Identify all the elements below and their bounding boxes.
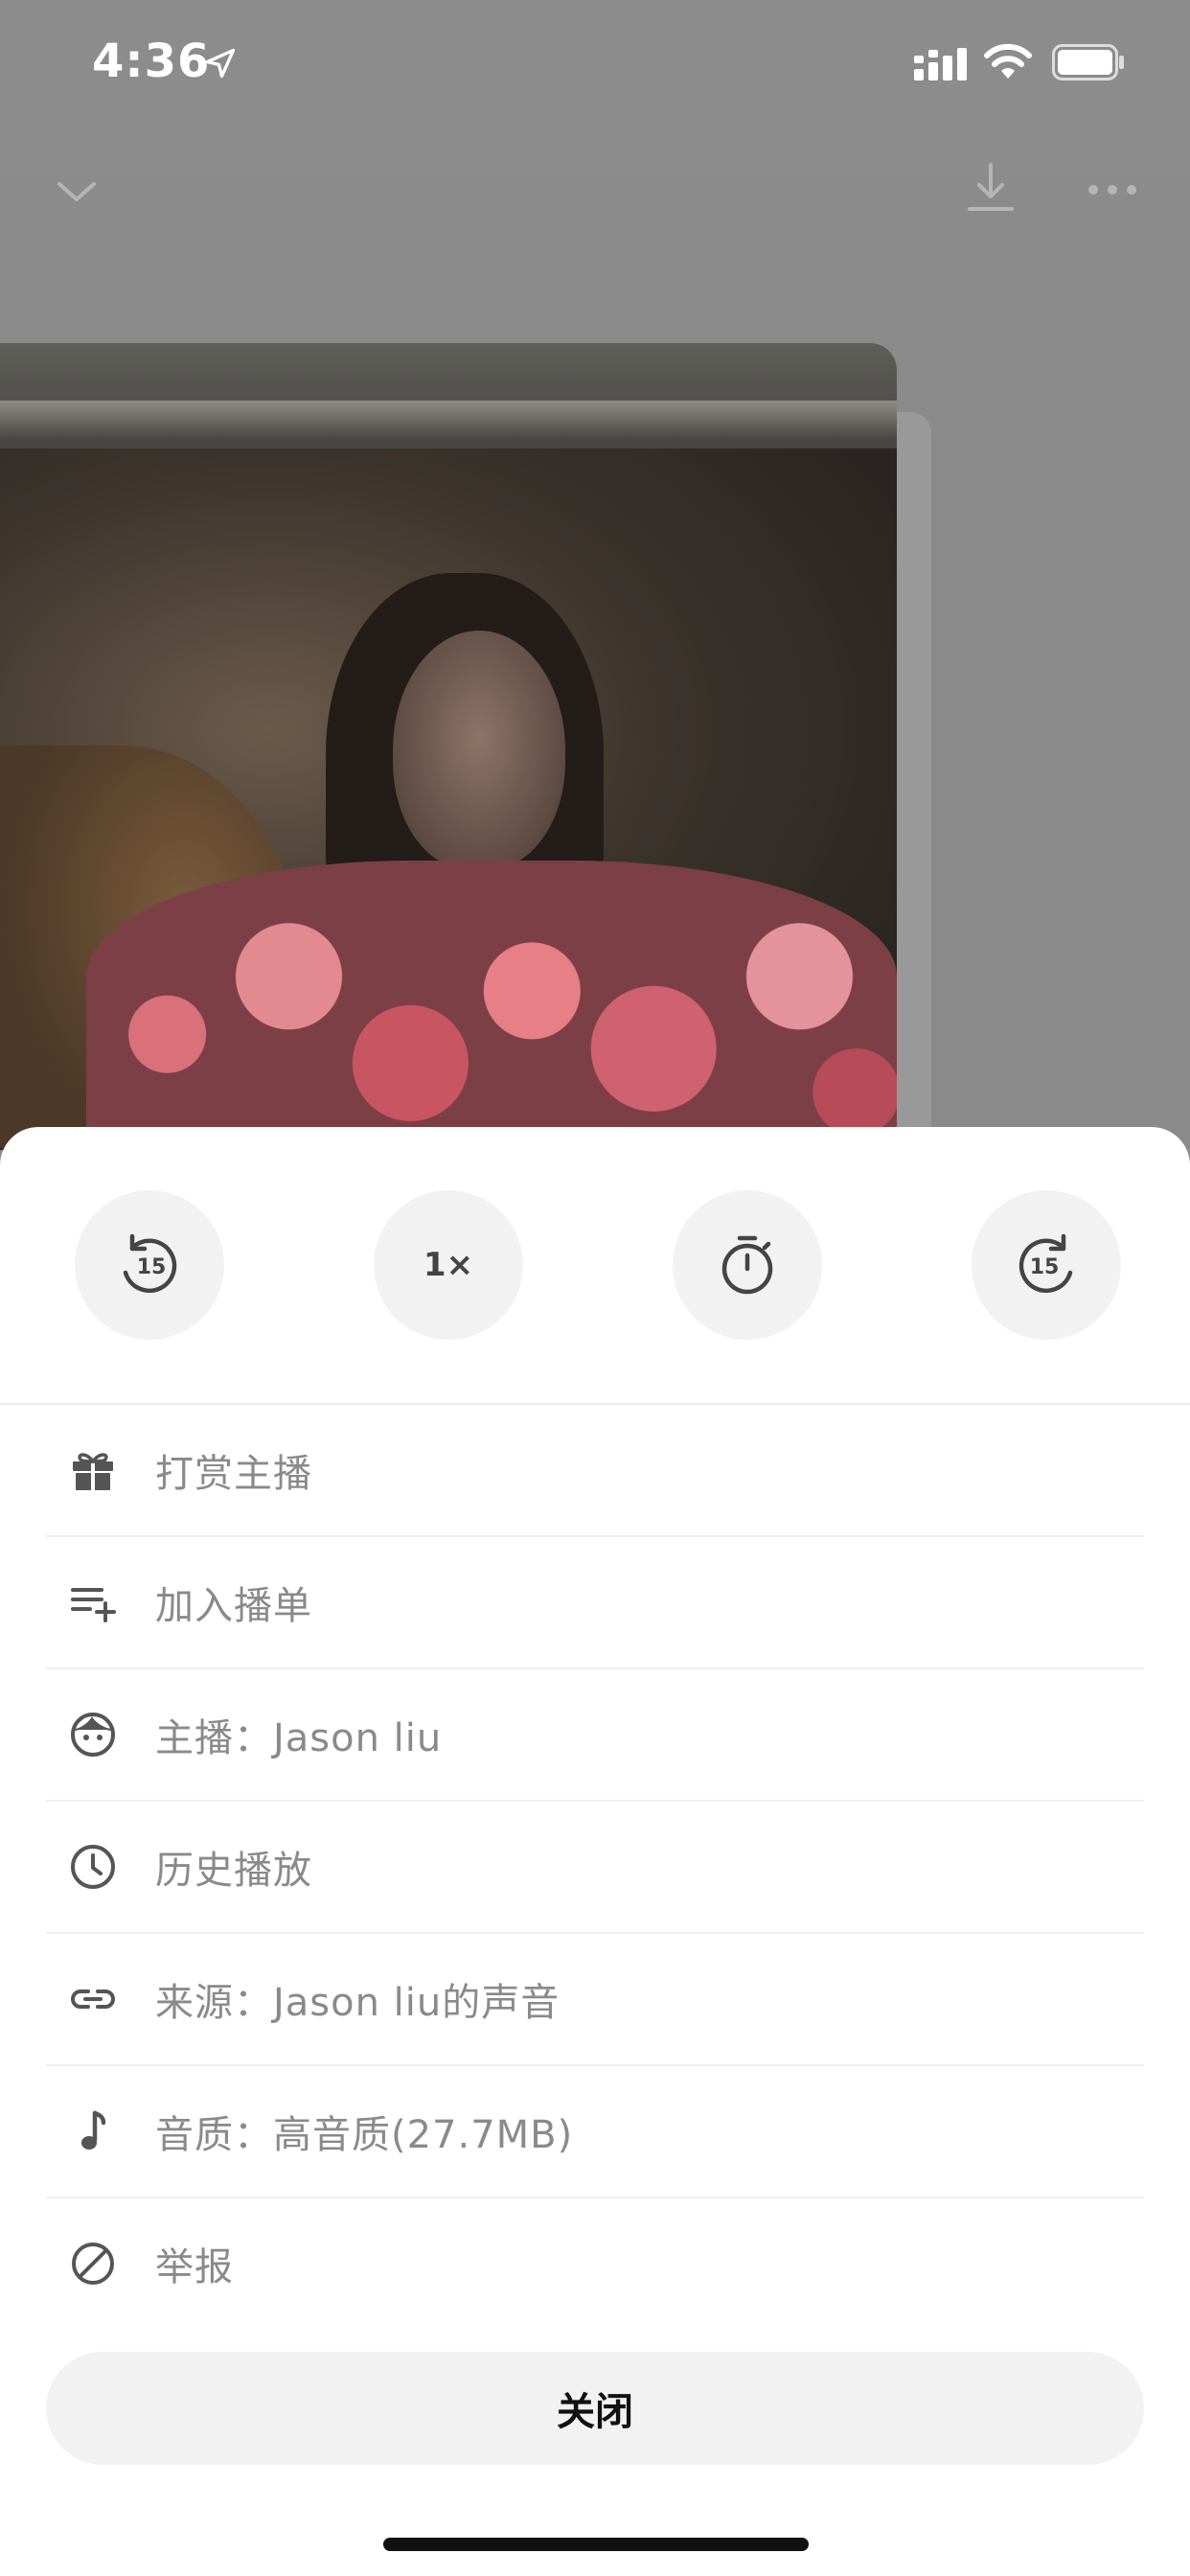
menu-item-audio-quality[interactable]: 音质：高音质(27.7MB) [46, 2066, 1144, 2198]
playback-speed-button[interactable]: 1× [374, 1190, 523, 1340]
album-artwork [0, 343, 897, 1150]
stopwatch-icon [721, 1235, 773, 1295]
rewind-15-icon: 15 [123, 1233, 177, 1294]
wifi-icon [984, 43, 1032, 79]
history-clock-icon [71, 1845, 115, 1889]
forward-15-icon: 15 [1018, 1233, 1073, 1294]
status-bar: 4:36 [0, 0, 1190, 126]
menu-label-host: 主播：Jason liu [155, 1716, 443, 1760]
menu-item-add-to-playlist[interactable]: 加入播单 [46, 1537, 1144, 1669]
actions-menu: 打赏主播 加入播单 主播：Jason liu 历史播放 来源：Jason liu… [0, 1405, 1190, 2329]
menu-item-history[interactable]: 历史播放 [46, 1802, 1144, 1934]
more-options-icon[interactable] [1087, 163, 1138, 217]
rewind-15-label: 15 [137, 1255, 167, 1279]
cellular-signal-icon [914, 48, 967, 80]
forward-15-label: 15 [1030, 1255, 1060, 1279]
menu-label-history: 历史播放 [155, 1849, 312, 1893]
rewind-15-button[interactable]: 15 [75, 1190, 224, 1340]
battery-icon [1052, 44, 1124, 80]
add-to-playlist-icon [71, 1588, 116, 1622]
playback-speed-label: 1× [423, 1246, 474, 1284]
close-button[interactable]: 关闭 [46, 2352, 1144, 2465]
artwork-face [393, 631, 565, 870]
report-ban-icon [72, 2242, 114, 2285]
menu-item-host[interactable]: 主播：Jason liu [46, 1669, 1144, 1802]
menu-label-tip-host: 打赏主播 [155, 1452, 312, 1496]
music-note-icon [81, 2110, 106, 2150]
artwork-flowers [86, 861, 897, 1150]
menu-label-source: 来源：Jason liu的声音 [155, 1981, 561, 2025]
link-icon [71, 1990, 115, 2009]
host-face-icon [71, 1713, 115, 1757]
next-artwork-edge [893, 412, 931, 1150]
location-arrow-icon [205, 48, 236, 79]
sleep-timer-button[interactable] [673, 1190, 822, 1340]
more-actions-sheet: 15 1× 15 打赏主播 加入播单 主播：Jason liu 历史播放 来源：… [0, 1127, 1190, 2576]
menu-item-source[interactable]: 来源：Jason liu的声音 [46, 1934, 1144, 2066]
home-indicator [383, 2538, 809, 2551]
menu-label-report: 举报 [155, 2245, 234, 2289]
collapse-chevron-down-icon[interactable] [50, 165, 103, 218]
menu-item-tip-host[interactable]: 打赏主播 [46, 1405, 1144, 1537]
gift-icon [73, 1453, 113, 1490]
menu-label-add-to-playlist: 加入播单 [155, 1584, 312, 1628]
status-time: 4:36 [92, 34, 211, 88]
menu-item-report[interactable]: 举报 [46, 2198, 1144, 2329]
artwork-car-roof [0, 401, 897, 439]
menu-label-audio-quality: 音质：高音质(27.7MB) [155, 2113, 574, 2157]
download-icon[interactable] [962, 159, 1019, 217]
forward-15-button[interactable]: 15 [972, 1190, 1121, 1340]
